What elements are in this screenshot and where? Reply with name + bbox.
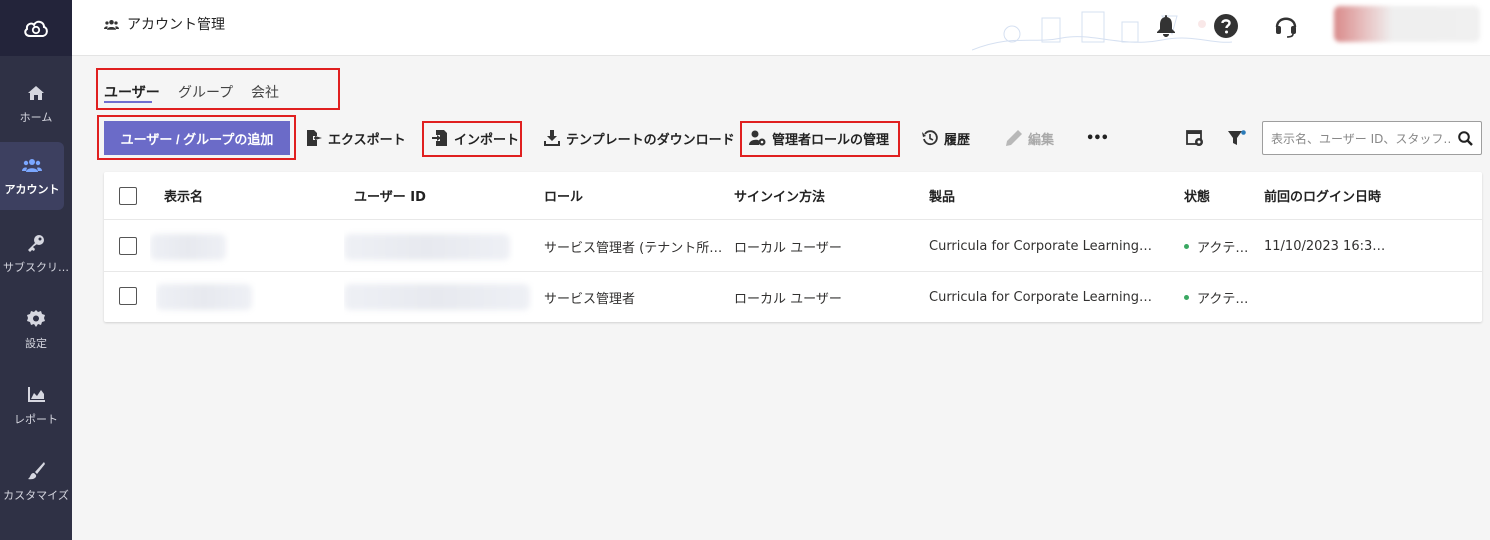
column-header-signin-method[interactable]: サインイン方法	[734, 172, 914, 219]
status-active-dot	[1184, 294, 1189, 300]
signin-method-cell: ローカル ユーザー	[734, 241, 842, 256]
sidebar-item-report[interactable]: レポート	[0, 372, 72, 440]
history-button[interactable]: 履歴	[922, 128, 970, 148]
last-login-cell	[1264, 272, 1464, 322]
column-header-user-id[interactable]: ユーザー ID	[354, 172, 534, 219]
add-user-group-button[interactable]: ユーザー / グループの追加	[104, 121, 290, 155]
column-header-role[interactable]: ロール	[544, 172, 724, 219]
manage-admin-roles-label: 管理者ロールの管理	[772, 132, 890, 148]
download-icon	[544, 130, 560, 146]
status-active-dot	[1184, 244, 1189, 249]
product-cell: Curricula for Corporate Learning…	[929, 289, 1153, 305]
user-avatar[interactable]	[1334, 6, 1480, 42]
display-name-cell	[156, 272, 256, 322]
tab-groups[interactable]: グループ	[178, 82, 233, 102]
edit-button[interactable]: 編集	[1006, 128, 1054, 148]
product-cell: Curricula for Corporate Learning…	[929, 239, 1153, 254]
users-table: 表示名 ユーザー ID ロール サインイン方法 製品 状態 前回のログイン日時 …	[104, 172, 1482, 322]
column-settings-button[interactable]	[1186, 128, 1204, 148]
manage-admin-roles-button[interactable]: 管理者ロールの管理	[749, 128, 889, 148]
status-cell: アクテ…	[1184, 272, 1254, 322]
notification-bell-icon[interactable]	[1152, 12, 1180, 40]
history-icon	[922, 130, 938, 146]
filter-button[interactable]	[1228, 128, 1246, 148]
role-cell: サービス管理者	[544, 291, 636, 307]
pencil-icon	[1006, 130, 1022, 146]
search-icon[interactable]	[1458, 131, 1473, 146]
home-icon	[27, 83, 45, 103]
redacted-user-id	[344, 284, 530, 310]
download-template-button[interactable]: テンプレートのダウンロード	[544, 128, 735, 148]
users-icon	[22, 155, 42, 175]
sidebar-item-label: サブスクリ…	[3, 261, 69, 274]
gear-icon	[27, 309, 45, 329]
import-button[interactable]: インポート	[432, 128, 519, 148]
top-header: アカウント管理	[72, 0, 1490, 56]
select-all-checkbox[interactable]	[119, 187, 137, 205]
table-row[interactable]: サービス管理者 (テナント所… ローカル ユーザー Curricula for …	[104, 222, 1482, 272]
sidebar-item-label: 設定	[25, 337, 47, 350]
column-header-display-name[interactable]: 表示名	[164, 172, 344, 219]
sidebar: ホーム アカウント サブスクリ… 設定 レポート カスタマイズ	[0, 0, 72, 540]
tab-users[interactable]: ユーザー	[104, 82, 160, 102]
display-name-cell	[150, 222, 230, 271]
import-icon	[432, 130, 447, 146]
status-text: アクテ…	[1197, 241, 1249, 256]
search-box	[1262, 121, 1482, 155]
active-tab-indicator	[104, 101, 152, 103]
more-actions-button[interactable]: •••	[1086, 128, 1109, 148]
page-title-text: アカウント管理	[127, 17, 225, 33]
sidebar-item-home[interactable]: ホーム	[0, 70, 72, 138]
table-header-row: 表示名 ユーザー ID ロール サインイン方法 製品 状態 前回のログイン日時	[104, 172, 1482, 220]
sidebar-item-label: レポート	[14, 413, 58, 426]
sidebar-item-label: カスタマイズ	[3, 489, 69, 502]
brush-icon	[27, 461, 45, 481]
chart-icon	[27, 385, 45, 405]
key-icon	[27, 233, 45, 253]
support-headset-icon[interactable]	[1272, 12, 1300, 40]
export-label: エクスポート	[328, 132, 406, 148]
edit-label: 編集	[1028, 132, 1055, 148]
tab-companies[interactable]: 会社	[251, 82, 279, 102]
role-cell: サービス管理者 (テナント所…	[544, 241, 723, 256]
sidebar-item-account[interactable]: アカウント	[0, 142, 64, 210]
status-cell: アクテ…	[1184, 222, 1254, 271]
download-template-label: テンプレートのダウンロード	[566, 132, 735, 148]
redacted-display-name	[156, 284, 252, 310]
redacted-user-id	[344, 233, 510, 260]
import-label: インポート	[454, 132, 520, 148]
row-checkbox[interactable]	[119, 287, 137, 305]
sidebar-item-label: ホーム	[19, 111, 53, 124]
sidebar-item-customize[interactable]: カスタマイズ	[0, 448, 72, 516]
app-logo[interactable]	[0, 0, 72, 56]
sidebar-item-label: アカウント	[4, 183, 60, 196]
table-row[interactable]: サービス管理者 ローカル ユーザー Curricula for Corporat…	[104, 272, 1482, 322]
filter-icon	[1228, 130, 1246, 145]
users-icon	[104, 19, 119, 30]
row-checkbox[interactable]	[119, 237, 137, 255]
header-illustration	[972, 11, 1232, 51]
column-header-product[interactable]: 製品	[929, 172, 1169, 219]
column-header-last-login[interactable]: 前回のログイン日時	[1264, 172, 1464, 219]
column-header-status[interactable]: 状態	[1184, 172, 1254, 219]
redacted-display-name	[150, 233, 226, 260]
sidebar-item-subscription[interactable]: サブスクリ…	[0, 220, 72, 288]
last-login-cell: 11/10/2023 16:3…	[1264, 239, 1386, 254]
column-settings-icon	[1186, 129, 1203, 146]
export-button[interactable]: エクスポート	[306, 128, 406, 148]
user-id-cell	[344, 272, 534, 322]
cloud-logo-icon	[24, 20, 48, 37]
help-icon[interactable]	[1212, 12, 1240, 40]
user-gear-icon	[749, 130, 766, 146]
user-id-cell	[344, 222, 514, 271]
signin-method-cell: ローカル ユーザー	[734, 291, 842, 307]
status-text: アクテ…	[1197, 291, 1249, 307]
search-input[interactable]	[1271, 129, 1451, 149]
sidebar-item-settings[interactable]: 設定	[0, 296, 72, 364]
export-icon	[307, 130, 322, 146]
history-label: 履歴	[944, 132, 971, 148]
page-title: アカウント管理	[104, 14, 225, 34]
